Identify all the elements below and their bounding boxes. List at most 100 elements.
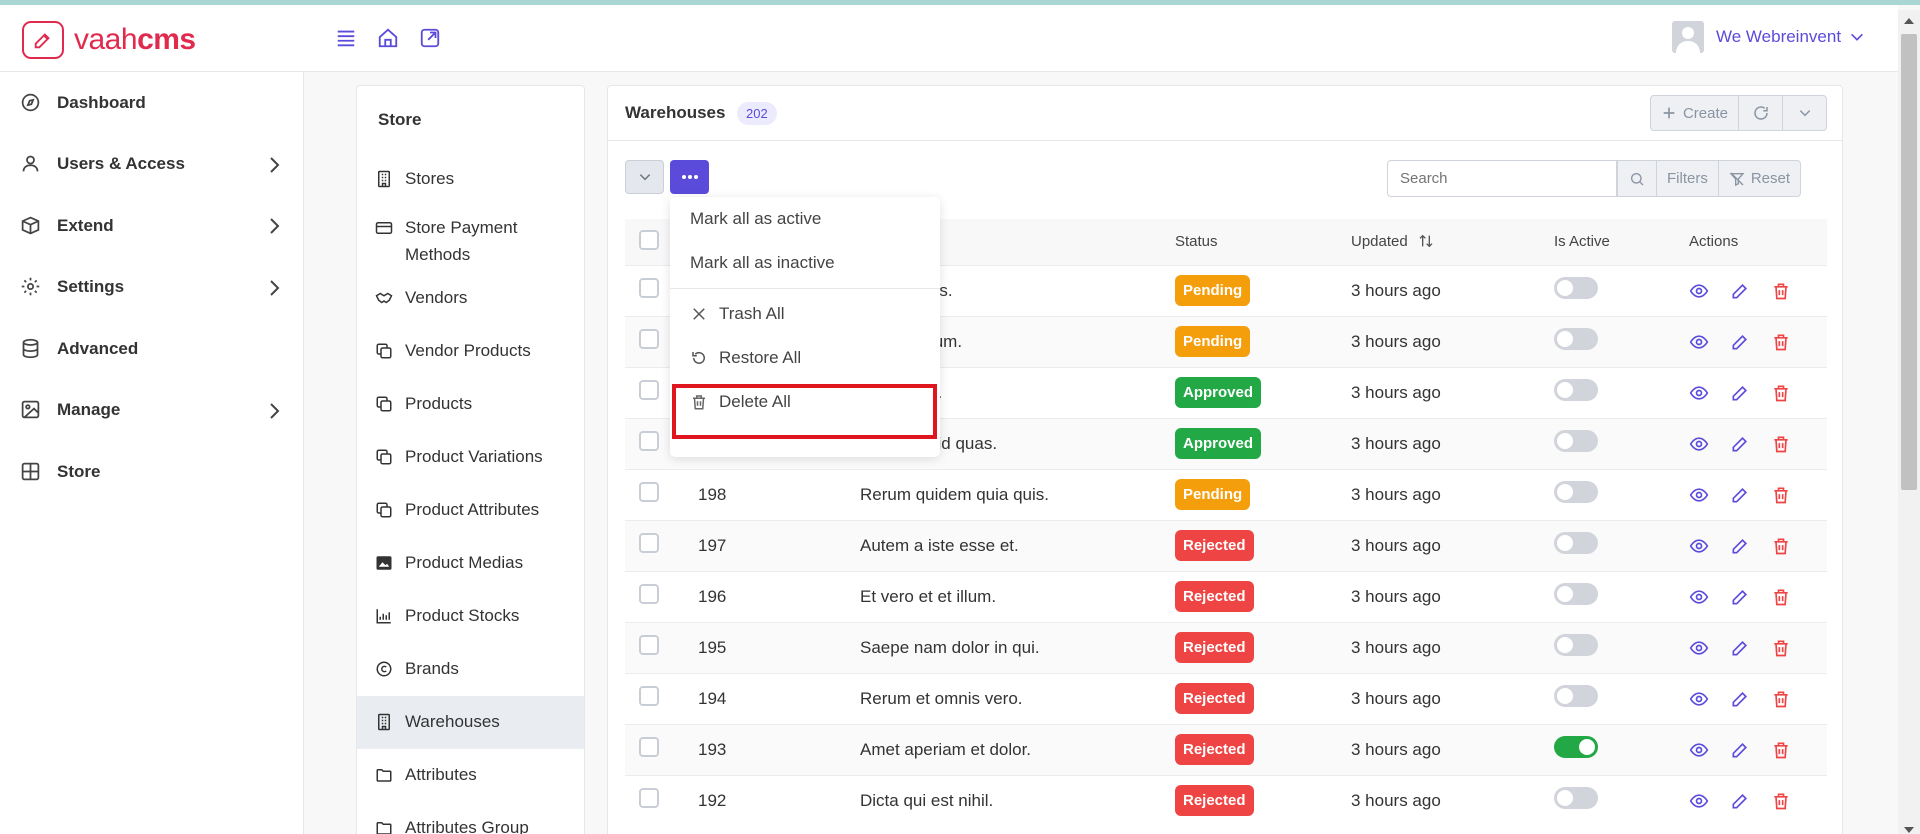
edit-icon[interactable] bbox=[1730, 638, 1750, 658]
is-active-toggle[interactable] bbox=[1554, 481, 1598, 503]
trash-all-item[interactable]: Trash All bbox=[670, 292, 940, 336]
submenu-item-warehouses[interactable]: Warehouses bbox=[357, 696, 584, 749]
search-input[interactable] bbox=[1387, 160, 1617, 197]
row-checkbox[interactable] bbox=[639, 635, 659, 655]
edit-icon[interactable] bbox=[1730, 791, 1750, 811]
view-icon[interactable] bbox=[1689, 638, 1709, 658]
sidebar-item-advanced[interactable]: Advanced bbox=[0, 318, 303, 380]
view-icon[interactable] bbox=[1689, 740, 1709, 760]
create-button[interactable]: Create bbox=[1651, 96, 1738, 130]
menu-icon[interactable] bbox=[335, 27, 357, 49]
table-row[interactable]: 193 Amet aperiam et dolor. Rejected 3 hours… bbox=[625, 723, 1827, 775]
submenu-item-store-payment-methods[interactable]: Store Payment Methods bbox=[357, 206, 584, 272]
edit-icon[interactable] bbox=[1730, 332, 1750, 352]
view-icon[interactable] bbox=[1689, 434, 1709, 454]
reset-button[interactable]: Reset bbox=[1717, 161, 1800, 196]
edit-icon[interactable] bbox=[1730, 383, 1750, 403]
table-row[interactable]: 198 Rerum quidem quia quis. Pending 3 hours… bbox=[625, 468, 1827, 520]
is-active-toggle[interactable] bbox=[1554, 277, 1598, 299]
submenu-item-brands[interactable]: Brands bbox=[357, 643, 584, 696]
row-checkbox[interactable] bbox=[639, 380, 659, 400]
table-row[interactable]: 195 Saepe nam dolor in qui. Rejected 3 hour… bbox=[625, 621, 1827, 673]
row-checkbox[interactable] bbox=[639, 482, 659, 502]
view-icon[interactable] bbox=[1689, 281, 1709, 301]
row-checkbox[interactable] bbox=[639, 431, 659, 451]
row-checkbox[interactable] bbox=[639, 686, 659, 706]
more-options-dropdown[interactable] bbox=[1782, 96, 1826, 130]
restore-all-item[interactable]: Restore All bbox=[670, 336, 940, 380]
view-icon[interactable] bbox=[1689, 791, 1709, 811]
brand-logo[interactable]: vaahcms bbox=[22, 21, 196, 59]
is-active-toggle[interactable] bbox=[1554, 430, 1598, 452]
is-active-toggle[interactable] bbox=[1554, 787, 1598, 810]
row-checkbox[interactable] bbox=[639, 533, 659, 553]
sidebar-item-extend[interactable]: Extend bbox=[0, 195, 303, 257]
row-checkbox[interactable] bbox=[639, 278, 659, 298]
table-row[interactable]: 196 Et vero et et illum. Rejected 3 hours a… bbox=[625, 570, 1827, 622]
filters-button[interactable]: Filters bbox=[1656, 161, 1718, 196]
mark-all-active-item[interactable]: Mark all as active bbox=[670, 197, 940, 241]
edit-icon[interactable] bbox=[1730, 740, 1750, 760]
view-icon[interactable] bbox=[1689, 383, 1709, 403]
sidebar-item-settings[interactable]: Settings bbox=[0, 257, 303, 319]
select-dropdown-button[interactable] bbox=[625, 160, 664, 194]
row-checkbox[interactable] bbox=[639, 788, 659, 809]
submenu-item-product-attributes[interactable]: Product Attributes bbox=[357, 484, 584, 537]
view-icon[interactable] bbox=[1689, 587, 1709, 607]
trash-icon[interactable] bbox=[1771, 791, 1791, 811]
is-active-toggle[interactable] bbox=[1554, 634, 1598, 656]
trash-icon[interactable] bbox=[1771, 638, 1791, 658]
submenu-item-product-variations[interactable]: Product Variations bbox=[357, 431, 584, 484]
trash-icon[interactable] bbox=[1771, 434, 1791, 454]
select-all-checkbox[interactable] bbox=[639, 229, 659, 250]
edit-icon[interactable] bbox=[1730, 689, 1750, 709]
edit-icon[interactable] bbox=[1730, 281, 1750, 301]
trash-icon[interactable] bbox=[1771, 587, 1791, 607]
refresh-button[interactable] bbox=[1738, 96, 1782, 130]
view-icon[interactable] bbox=[1689, 332, 1709, 352]
trash-icon[interactable] bbox=[1771, 689, 1791, 709]
trash-icon[interactable] bbox=[1771, 485, 1791, 505]
is-active-toggle[interactable] bbox=[1554, 583, 1598, 605]
table-row[interactable]: 192 Dicta qui est nihil. Rejected 3 hours a… bbox=[625, 774, 1827, 826]
edit-icon[interactable] bbox=[1730, 485, 1750, 505]
trash-icon[interactable] bbox=[1771, 740, 1791, 760]
mark-all-inactive-item[interactable]: Mark all as inactive bbox=[670, 241, 940, 285]
is-active-toggle[interactable] bbox=[1554, 379, 1598, 401]
submenu-item-attributes[interactable]: Attributes bbox=[357, 749, 584, 802]
page-scrollbar[interactable] bbox=[1898, 10, 1920, 834]
sidebar-item-users-access[interactable]: Users & Access bbox=[0, 134, 303, 196]
view-icon[interactable] bbox=[1689, 536, 1709, 556]
submenu-item-attributes-group[interactable]: Attributes Group bbox=[357, 802, 584, 834]
scroll-up-arrow[interactable] bbox=[1904, 18, 1914, 24]
is-active-toggle[interactable] bbox=[1554, 328, 1598, 350]
sidebar-item-store[interactable]: Store bbox=[0, 441, 303, 503]
submenu-item-product-stocks[interactable]: Product Stocks bbox=[357, 590, 584, 643]
is-active-toggle[interactable] bbox=[1554, 532, 1598, 554]
sidebar-item-dashboard[interactable]: Dashboard bbox=[0, 72, 303, 134]
row-checkbox[interactable] bbox=[639, 584, 659, 604]
table-row[interactable]: 197 Autem a iste esse et. Rejected 3 hours … bbox=[625, 519, 1827, 571]
edit-icon[interactable] bbox=[1730, 536, 1750, 556]
row-checkbox[interactable] bbox=[639, 737, 659, 757]
external-link-icon[interactable] bbox=[419, 27, 441, 49]
submenu-item-vendors[interactable]: Vendors bbox=[357, 272, 584, 325]
scroll-down-arrow[interactable] bbox=[1904, 827, 1914, 833]
submenu-item-stores[interactable]: Stores bbox=[357, 153, 584, 206]
row-checkbox[interactable] bbox=[639, 329, 659, 349]
trash-icon[interactable] bbox=[1771, 332, 1791, 352]
trash-icon[interactable] bbox=[1771, 536, 1791, 556]
submenu-item-products[interactable]: Products bbox=[357, 378, 584, 431]
bulk-actions-button[interactable] bbox=[670, 160, 709, 194]
is-active-toggle[interactable] bbox=[1554, 736, 1598, 758]
submenu-item-product-medias[interactable]: Product Medias bbox=[357, 537, 584, 590]
view-icon[interactable] bbox=[1689, 689, 1709, 709]
sidebar-item-manage[interactable]: Manage bbox=[0, 380, 303, 442]
edit-icon[interactable] bbox=[1730, 434, 1750, 454]
edit-icon[interactable] bbox=[1730, 587, 1750, 607]
trash-icon[interactable] bbox=[1771, 281, 1791, 301]
updated-column-header[interactable]: Updated bbox=[1351, 219, 1554, 265]
search-button[interactable] bbox=[1618, 161, 1656, 196]
submenu-item-vendor-products[interactable]: Vendor Products bbox=[357, 325, 584, 378]
view-icon[interactable] bbox=[1689, 485, 1709, 505]
